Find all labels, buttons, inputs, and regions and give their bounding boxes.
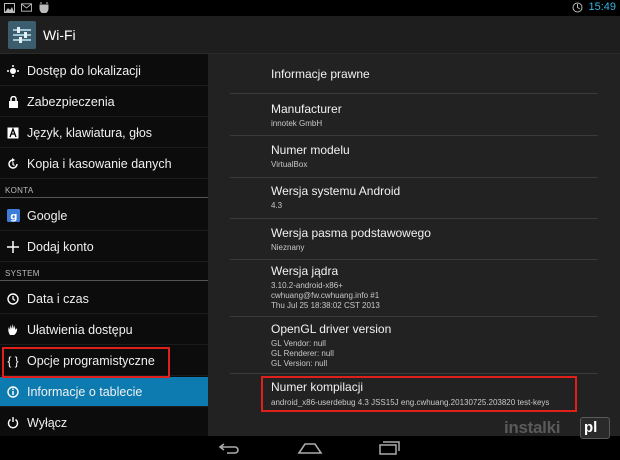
sidebar-item-label: Ułatwienia dostępu (27, 322, 133, 337)
image-icon (4, 2, 15, 13)
divider (0, 280, 208, 281)
info-title: Manufacturer (271, 102, 342, 116)
sidebar-item-backup[interactable]: Kopia i kasowanie danych (0, 149, 208, 179)
divider (0, 197, 208, 198)
sidebar-item-location[interactable]: Dostęp do lokalizacji (0, 56, 208, 86)
recents-button[interactable] (375, 440, 403, 456)
language-icon (6, 126, 20, 140)
sidebar-item-label: Data i czas (27, 291, 89, 306)
clock: 15:49 (588, 1, 616, 13)
sidebar-item-about-tablet[interactable]: Informacje o tablecie (0, 377, 208, 407)
info-value: Thu Jul 25 18:38:02 CST 2013 (271, 301, 380, 310)
location-icon (6, 64, 20, 78)
page-title: Wi-Fi (43, 27, 76, 43)
sidebar-item-accessibility[interactable]: Ułatwienia dostępu (0, 315, 208, 345)
mail-icon (21, 2, 32, 13)
power-icon (6, 416, 20, 430)
back-button[interactable] (216, 440, 244, 456)
sidebar-item-security[interactable]: Zabezpieczenia (0, 87, 208, 117)
sidebar-item-label: Język, klawiatura, głos (27, 125, 153, 140)
sidebar-item-label: Wyłącz (27, 415, 68, 430)
lock-icon (6, 95, 20, 109)
sidebar-item-label: Kopia i kasowanie danych (27, 156, 172, 171)
sidebar-item-label: Google (27, 208, 68, 223)
action-bar: Wi-Fi (0, 16, 620, 54)
clock-icon (6, 292, 20, 306)
usb-debug-icon (38, 2, 49, 13)
settings-app-icon[interactable] (8, 21, 36, 49)
screen-lock-icon (572, 2, 583, 13)
info-value: VirtualBox (271, 160, 308, 169)
settings-sidebar: Dostęp do lokalizacji Zabezpieczenia Jęz… (0, 54, 208, 438)
sidebar-item-date-time[interactable]: Data i czas (0, 284, 208, 314)
divider (230, 93, 598, 94)
info-value: cwhuang@fw.cwhuang.info #1 (271, 291, 380, 300)
sidebar-item-add-account[interactable]: Dodaj konto (0, 232, 208, 262)
divider (230, 218, 598, 219)
divider (230, 135, 598, 136)
section-header-system: SYSTEM (5, 269, 40, 278)
status-bar: 15:49 (0, 0, 620, 16)
sidebar-item-google[interactable]: g Google (0, 201, 208, 231)
divider (230, 373, 598, 374)
highlight-build-number (261, 376, 577, 412)
info-title: Numer modelu (271, 143, 350, 157)
home-icon (297, 443, 323, 454)
sidebar-item-power-off[interactable]: Wyłącz (0, 408, 208, 438)
info-value: GL Version: null (271, 359, 328, 368)
info-value: GL Vendor: null (271, 339, 326, 348)
accessibility-icon (6, 323, 20, 337)
divider (230, 259, 598, 260)
add-icon (6, 240, 20, 254)
recents-icon (379, 441, 400, 455)
svg-text:g: g (10, 212, 17, 223)
backup-icon (6, 157, 20, 171)
divider (230, 316, 598, 317)
info-title: Wersja jądra (271, 264, 339, 278)
back-icon (218, 443, 239, 454)
divider (230, 177, 598, 178)
notification-icons (4, 2, 49, 13)
section-header-accounts: KONTA (5, 186, 34, 195)
info-icon (6, 385, 20, 399)
watermark-logo: instalki pl (500, 415, 612, 441)
sidebar-item-label: Zabezpieczenia (27, 94, 115, 109)
info-value: innotek GmbH (271, 119, 323, 128)
sidebar-item-label: Informacje o tablecie (27, 384, 143, 399)
info-value: 3.10.2-android-x86+ (271, 281, 343, 290)
google-icon: g (6, 209, 20, 223)
highlight-developer-options (2, 347, 170, 378)
watermark-suffix: pl (584, 419, 598, 436)
info-value: GL Renderer: null (271, 349, 334, 358)
watermark-badge: pl (580, 417, 610, 439)
info-title: Wersja systemu Android (271, 184, 401, 198)
info-title: Informacje prawne (271, 67, 370, 81)
watermark-text: instalki (504, 418, 561, 437)
info-value: 4.3 (271, 201, 283, 210)
sidebar-item-language[interactable]: Język, klawiatura, głos (0, 118, 208, 148)
home-button[interactable] (296, 440, 324, 456)
info-value: Nieznany (271, 243, 305, 252)
info-title: OpenGL driver version (271, 322, 392, 336)
sidebar-item-label: Dodaj konto (27, 239, 94, 254)
sidebar-item-label: Dostęp do lokalizacji (27, 63, 141, 78)
info-title: Wersja pasma podstawowego (271, 226, 431, 240)
